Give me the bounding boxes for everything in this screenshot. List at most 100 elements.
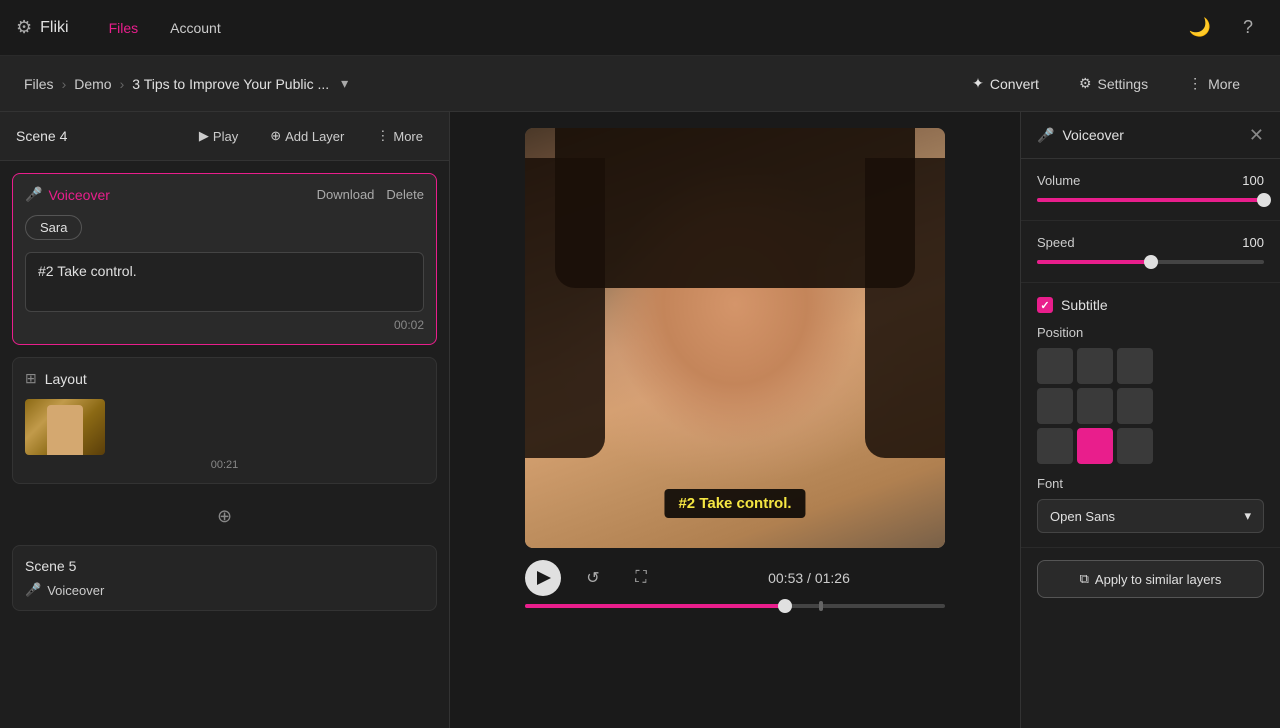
- chevron-down-icon: ▾: [1244, 508, 1251, 524]
- breadcrumb: Files › Demo › 3 Tips to Improve Your Pu…: [24, 75, 956, 92]
- breadcrumb-demo[interactable]: Demo: [74, 76, 111, 92]
- volume-fill: [1037, 198, 1264, 202]
- download-voiceover-button[interactable]: Download: [317, 187, 375, 202]
- pos-cell-7[interactable]: [1037, 428, 1073, 464]
- center-panel: #2 Take control. ↺ ⛶ 00:53 / 01:26: [450, 112, 1020, 728]
- progress-thumb[interactable]: [778, 599, 792, 613]
- add-scene-button[interactable]: ⊕: [12, 496, 437, 537]
- pos-cell-5[interactable]: [1077, 388, 1113, 424]
- close-panel-button[interactable]: ✕: [1249, 126, 1264, 144]
- video-background: [525, 128, 945, 548]
- volume-slider[interactable]: [1037, 198, 1264, 202]
- progress-marker: [819, 601, 823, 611]
- scene-more-button[interactable]: ⋮ More: [366, 124, 433, 148]
- subtitle-section: ✓ Subtitle Position Font Open Sans ▾: [1021, 283, 1280, 548]
- apply-to-similar-button[interactable]: ⧉ Apply to similar layers: [1037, 560, 1264, 598]
- layers-icon: ⊕: [270, 128, 281, 144]
- app-logo[interactable]: ⚙ Fliki: [16, 17, 69, 38]
- thumbnail-preview: [25, 399, 105, 455]
- layout-thumbnail[interactable]: [25, 399, 105, 455]
- video-subtitle: #2 Take control.: [664, 489, 805, 518]
- scene5-section: Scene 5 🎤 Voiceover: [12, 545, 437, 611]
- volume-label: Volume: [1037, 173, 1242, 188]
- play-button[interactable]: ▶ Play: [189, 124, 248, 148]
- app-name: Fliki: [40, 19, 68, 37]
- pos-cell-3[interactable]: [1117, 348, 1153, 384]
- pos-cell-2[interactable]: [1077, 348, 1113, 384]
- dots-icon: ⋮: [376, 128, 389, 144]
- font-selector[interactable]: Open Sans ▾: [1037, 499, 1264, 533]
- left-panel: Scene 4 ▶ Play ⊕ Add Layer ⋮ More 🎤 Voic…: [0, 112, 450, 728]
- check-icon: ✓: [1040, 299, 1049, 312]
- speed-row: Speed 100: [1037, 235, 1264, 250]
- settings-button[interactable]: ⚙ Settings: [1063, 67, 1164, 100]
- thumbnail-body: [47, 405, 83, 455]
- gear-icon: ⚙: [16, 17, 32, 38]
- font-label: Font: [1037, 476, 1264, 491]
- breadcrumb-dropdown-icon[interactable]: ▾: [341, 75, 348, 92]
- subtitle-checkbox[interactable]: ✓: [1037, 297, 1053, 313]
- pos-cell-1[interactable]: [1037, 348, 1073, 384]
- right-panel: 🎤 Voiceover ✕ Volume 100 Speed 100: [1020, 112, 1280, 728]
- panel-header: 🎤 Voiceover ✕: [1021, 112, 1280, 159]
- settings-icon: ⚙: [1079, 75, 1092, 92]
- video-time-display: 00:53 / 01:26: [673, 570, 945, 586]
- dark-mode-toggle[interactable]: 🌙: [1184, 12, 1216, 44]
- scene5-header: Scene 5: [25, 558, 424, 574]
- nav-icons: 🌙 ?: [1184, 12, 1264, 44]
- speed-value: 100: [1242, 235, 1264, 250]
- voiceover-section: 🎤 Voiceover Download Delete Sara #2 Take…: [12, 173, 437, 345]
- volume-section: Volume 100: [1021, 159, 1280, 221]
- convert-button[interactable]: ✦ Convert: [956, 67, 1055, 100]
- progress-fill: [525, 604, 785, 608]
- panel-title: 🎤 Voiceover: [1037, 127, 1249, 144]
- breadcrumb-files[interactable]: Files: [24, 76, 54, 92]
- subtitle-label: Subtitle: [1061, 297, 1108, 313]
- controls-row: ↺ ⛶ 00:53 / 01:26: [525, 560, 945, 596]
- scene4-title: Scene 4: [16, 128, 177, 144]
- main-layout: Scene 4 ▶ Play ⊕ Add Layer ⋮ More 🎤 Voic…: [0, 112, 1280, 728]
- voice-selector[interactable]: Sara: [25, 215, 82, 240]
- layout-header: ⊞ Layout: [25, 370, 424, 387]
- scene5-mic-icon: 🎤: [25, 582, 41, 598]
- video-progress-bar[interactable]: [525, 604, 945, 608]
- pos-cell-9[interactable]: [1117, 428, 1153, 464]
- voiceover-time: 00:02: [25, 318, 424, 332]
- volume-row: Volume 100: [1037, 173, 1264, 188]
- breadcrumb-sep-1: ›: [62, 76, 67, 92]
- speed-slider[interactable]: [1037, 260, 1264, 264]
- speed-label: Speed: [1037, 235, 1242, 250]
- help-icon[interactable]: ?: [1232, 12, 1264, 44]
- copy-icon: ⧉: [1080, 571, 1089, 587]
- replay-button[interactable]: ↺: [577, 562, 609, 594]
- more-button[interactable]: ⋮ More: [1172, 67, 1256, 100]
- voiceover-text-input[interactable]: #2 Take control.: [25, 252, 424, 312]
- volume-thumb[interactable]: [1257, 193, 1271, 207]
- pos-cell-4[interactable]: [1037, 388, 1073, 424]
- fullscreen-button[interactable]: ⛶: [625, 562, 657, 594]
- breadcrumb-bar: Files › Demo › 3 Tips to Improve Your Pu…: [0, 56, 1280, 112]
- speed-thumb[interactable]: [1144, 255, 1158, 269]
- scene5-voiceover: 🎤 Voiceover: [25, 582, 424, 598]
- nav-account[interactable]: Account: [154, 12, 237, 44]
- panel-mic-icon: 🎤: [1037, 127, 1054, 144]
- speed-section: Speed 100: [1021, 221, 1280, 283]
- video-hair-right: [865, 158, 945, 458]
- voiceover-actions: Download Delete: [317, 187, 424, 202]
- scene4-header: Scene 4 ▶ Play ⊕ Add Layer ⋮ More: [0, 112, 449, 161]
- microphone-icon: 🎤: [25, 186, 42, 203]
- pos-cell-6[interactable]: [1117, 388, 1153, 424]
- add-layer-button[interactable]: ⊕ Add Layer: [260, 124, 354, 148]
- scene5-title: Scene 5: [25, 558, 76, 574]
- voiceover-title: 🎤 Voiceover: [25, 186, 317, 203]
- video-play-button[interactable]: [525, 560, 561, 596]
- more-icon: ⋮: [1188, 75, 1202, 92]
- breadcrumb-actions: ✦ Convert ⚙ Settings ⋮ More: [956, 67, 1256, 100]
- pos-cell-8-active[interactable]: [1077, 428, 1113, 464]
- breadcrumb-sep-2: ›: [120, 76, 125, 92]
- grid-icon: ⊞: [25, 370, 37, 387]
- nav-files[interactable]: Files: [93, 12, 155, 44]
- position-grid: [1037, 348, 1264, 464]
- delete-voiceover-button[interactable]: Delete: [386, 187, 424, 202]
- volume-value: 100: [1242, 173, 1264, 188]
